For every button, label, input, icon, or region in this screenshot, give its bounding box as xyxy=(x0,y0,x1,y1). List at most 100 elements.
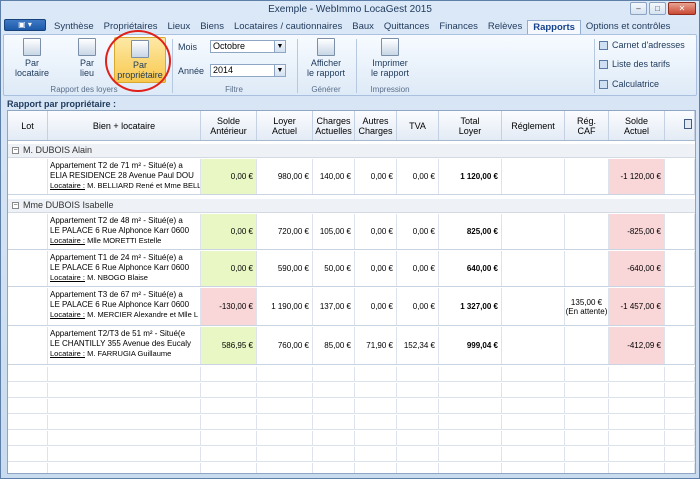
empty-cell xyxy=(313,463,355,473)
table-row[interactable]: Appartement T3 de 67 m² - Situé(e) a LE P… xyxy=(8,288,695,326)
empty-cell xyxy=(257,447,313,461)
tab-synthèse[interactable]: Synthèse xyxy=(49,20,99,34)
tab-locataires-cautionnaires[interactable]: Locataires / cautionnaires xyxy=(229,20,347,34)
tab-biens[interactable]: Biens xyxy=(195,20,229,34)
annee-select[interactable]: 2014 ▼ xyxy=(210,64,286,77)
empty-cell xyxy=(201,463,257,473)
column-header-solde[interactable]: Solde Actuel xyxy=(609,111,665,140)
column-header-total[interactable]: Total Loyer xyxy=(439,111,502,140)
tab-options-et-contrôles[interactable]: Options et contrôles xyxy=(581,20,676,34)
chevron-down-icon[interactable]: ▼ xyxy=(274,65,285,76)
imprimer-rapport-button[interactable]: Imprimer le rapport xyxy=(366,38,414,78)
empty-cell xyxy=(8,447,48,461)
table-row[interactable]: Appartement T1 de 24 m² - Situé(e) a LE P… xyxy=(8,251,695,287)
carnet-label: Carnet d'adresses xyxy=(612,40,685,50)
cell-bien: Appartement T1 de 24 m² - Situé(e) a LE P… xyxy=(48,251,201,286)
par-lieu-button[interactable]: Par lieu xyxy=(72,38,102,78)
afficher-rapport-button[interactable]: Afficher le rapport xyxy=(304,38,348,78)
maximize-icon[interactable]: □ xyxy=(649,2,666,15)
empty-cell xyxy=(313,415,355,429)
tab-relèves[interactable]: Relèves xyxy=(483,20,527,34)
price-list-icon xyxy=(599,59,608,69)
empty-cell xyxy=(257,415,313,429)
print-column-icon[interactable] xyxy=(684,119,692,129)
minimize-icon[interactable]: – xyxy=(630,2,647,15)
afficher-label: Afficher le rapport xyxy=(306,58,346,78)
par-locataire-button[interactable]: Par locataire xyxy=(12,38,52,78)
mois-select[interactable]: Octobre ▼ xyxy=(210,40,286,53)
column-header-lot[interactable]: Lot xyxy=(8,111,48,140)
column-header-loyer[interactable]: Loyer Actuel xyxy=(257,111,313,140)
column-header-autres[interactable]: Autres Charges xyxy=(355,111,397,140)
separator xyxy=(356,39,357,93)
empty-cell xyxy=(609,447,665,461)
group-header[interactable]: − M. DUBOIS Alain xyxy=(8,144,695,158)
cell-lot xyxy=(8,327,48,364)
empty-cell xyxy=(665,399,695,413)
chevron-down-icon[interactable]: ▼ xyxy=(274,41,285,52)
cell-tva: 0,00 € xyxy=(397,214,439,249)
empty-cell xyxy=(609,415,665,429)
empty-cell xyxy=(397,367,439,381)
group-header[interactable]: − Mme DUBOIS Isabelle xyxy=(8,199,695,213)
empty-cell xyxy=(48,463,201,473)
ribbon: Par locataire Par lieu Par propriétaire … xyxy=(3,34,697,96)
empty-cell xyxy=(609,367,665,381)
column-header-solde-ant[interactable]: Solde Antérieur xyxy=(201,111,257,140)
column-header-extra[interactable] xyxy=(665,111,695,140)
calculatrice-link[interactable]: Calculatrice xyxy=(599,79,659,89)
collapse-icon[interactable]: − xyxy=(12,147,19,155)
tab-propriétaires[interactable]: Propriétaires xyxy=(99,20,163,34)
table-row[interactable]: Appartement T2 de 71 m² - Situé(e) a ELIA… xyxy=(8,159,695,195)
caf-amount: 135,00 € xyxy=(570,297,603,307)
cell-solde-ant: 0,00 € xyxy=(201,251,257,286)
tab-lieux[interactable]: Lieux xyxy=(162,20,195,34)
bien-line-2: LE CHANTILLY 355 Avenue des Eucaly xyxy=(50,339,191,348)
bien-line-1: Appartement T3 de 67 m² - Situé(e) a xyxy=(50,290,183,299)
empty-cell xyxy=(313,383,355,397)
empty-cell xyxy=(565,415,609,429)
empty-cell xyxy=(565,463,609,473)
column-header-reglement[interactable]: Réglement xyxy=(502,111,565,140)
tab-rapports[interactable]: Rapports xyxy=(527,20,581,35)
empty-cell xyxy=(201,383,257,397)
empty-cell xyxy=(48,447,201,461)
bien-line-1: Appartement T1 de 24 m² - Situé(e) a xyxy=(50,253,183,262)
table-row[interactable]: Appartement T2/T3 de 51 m² - Situé(e LE C… xyxy=(8,327,695,365)
empty-cell xyxy=(609,399,665,413)
tab-finances[interactable]: Finances xyxy=(434,20,483,34)
empty-cell xyxy=(48,383,201,397)
separator xyxy=(594,39,595,93)
cell-tva: 0,00 € xyxy=(397,159,439,194)
cell-solde: -1 457,00 € xyxy=(609,288,665,325)
tab-baux[interactable]: Baux xyxy=(347,20,379,34)
cell-lot xyxy=(8,214,48,249)
column-header-tva[interactable]: TVA xyxy=(397,111,439,140)
app-window: Exemple - WebImmo LocaGest 2015 ▣ ▾ – □ … xyxy=(0,0,700,479)
table-row[interactable]: Appartement T2 de 48 m² - Situé(e) a LE P… xyxy=(8,214,695,250)
building-icon xyxy=(78,38,96,56)
empty-cell xyxy=(502,431,565,445)
column-header-bien[interactable]: Bien + locataire xyxy=(48,111,201,140)
column-header-caf[interactable]: Rég. CAF xyxy=(565,111,609,140)
collapse-icon[interactable]: − xyxy=(12,202,19,210)
column-header-charges[interactable]: Charges Actuelles xyxy=(313,111,355,140)
cell-tva: 0,00 € xyxy=(397,288,439,325)
locataire-label: Locataire : xyxy=(50,273,86,282)
liste-tarifs-link[interactable]: Liste des tarifs xyxy=(599,59,670,69)
empty-cell xyxy=(355,399,397,413)
app-menu-button[interactable]: ▣ ▾ xyxy=(4,19,46,31)
empty-cell xyxy=(397,431,439,445)
cell-bien: Appartement T2/T3 de 51 m² - Situé(e LE C… xyxy=(48,327,201,364)
empty-cell xyxy=(8,431,48,445)
empty-cell xyxy=(565,383,609,397)
empty-cell xyxy=(439,415,502,429)
empty-cell xyxy=(397,415,439,429)
par-proprietaire-button[interactable]: Par propriétaire xyxy=(114,37,166,83)
cell-solde: -640,00 € xyxy=(609,251,665,286)
cell-autres: 0,00 € xyxy=(355,159,397,194)
carnet-adresses-link[interactable]: Carnet d'adresses xyxy=(599,40,685,50)
tab-quittances[interactable]: Quittances xyxy=(379,20,434,34)
owner-name: Mme DUBOIS Isabelle xyxy=(23,200,114,210)
close-icon[interactable]: ✕ xyxy=(668,2,696,15)
